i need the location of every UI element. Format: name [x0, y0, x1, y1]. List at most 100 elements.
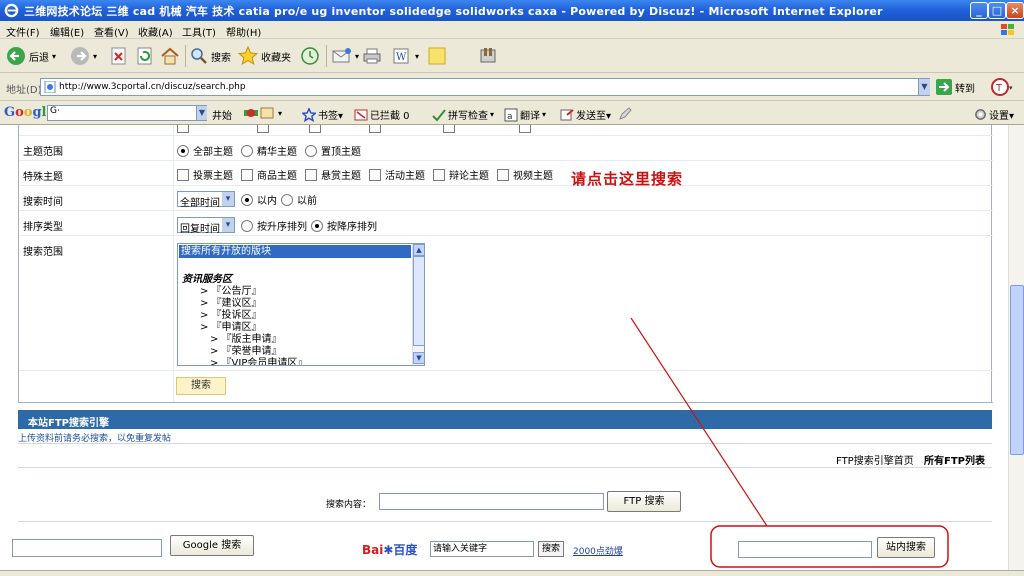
radio-before[interactable]: 以前	[281, 192, 317, 207]
checkbox-debate[interactable]: 辩论主题	[433, 167, 489, 182]
bookmarks-button[interactable]: 书签▾	[302, 107, 343, 122]
menu-file[interactable]: 文件(F)	[6, 24, 40, 39]
checkbox[interactable]	[241, 168, 253, 181]
site-search-input[interactable]	[738, 541, 872, 558]
google-search-button[interactable]: 井始	[212, 107, 232, 122]
radio-sticky-topics[interactable]: 置顶主题	[305, 143, 361, 158]
radio-digest-topics[interactable]: 精华主题	[241, 143, 297, 158]
checkbox-reward[interactable]: 悬赏主题	[305, 167, 361, 182]
translate-label: 翻译	[520, 111, 540, 122]
translate-button[interactable]: a 翻译 ▾	[504, 107, 546, 122]
close-button[interactable]: ×	[1006, 2, 1024, 19]
listbox-scrollbar[interactable]: ▲ ▼	[412, 244, 424, 365]
minimize-button[interactable]: _	[970, 2, 988, 19]
spellcheck-button[interactable]: 拼写检查 ▾	[432, 107, 494, 122]
note-icon	[428, 47, 446, 65]
messenger-button[interactable]	[478, 45, 498, 67]
google-bottom-input[interactable]	[12, 539, 162, 557]
radio-button[interactable]	[241, 193, 253, 206]
send-to-button[interactable]: 发送至▾	[560, 107, 611, 122]
checkbox[interactable]	[443, 125, 455, 133]
checkbox[interactable]	[369, 168, 381, 181]
checkbox[interactable]	[519, 125, 531, 133]
baidu-promo-link[interactable]: 2000点劲爆	[573, 544, 623, 557]
menu-view[interactable]: 查看(V)	[94, 24, 129, 39]
page-scroll-thumb[interactable]	[1010, 285, 1024, 455]
checkbox-video[interactable]: 视频主题	[497, 167, 553, 182]
checkbox-activity[interactable]: 活动主题	[369, 167, 425, 182]
checkbox[interactable]	[257, 125, 269, 133]
address-dropdown[interactable]: ▼	[918, 79, 930, 95]
ftp-search-button[interactable]: FTP 搜索	[607, 491, 681, 512]
radio-all-topics[interactable]: 全部主题	[177, 143, 233, 158]
forum-scope-listbox[interactable]: 搜索所有开放的版块 资讯服务区 > 『公告厅』 > 『建议区』 > 『投诉区』 …	[177, 243, 425, 366]
site-search-button[interactable]: 站内搜索	[877, 537, 935, 558]
mail-button[interactable]: ▾	[332, 45, 359, 67]
page-scrollbar[interactable]	[1008, 125, 1024, 570]
checkbox[interactable]	[305, 168, 317, 181]
checkbox[interactable]	[177, 168, 189, 181]
radio-button[interactable]	[311, 219, 323, 232]
radio-button[interactable]	[241, 219, 253, 232]
baidu-search-input[interactable]: 请输入关键字	[430, 541, 534, 557]
sort-select[interactable]: 回复时间	[177, 217, 235, 235]
search-form: 主题范围 全部主题 精华主题 置顶主题 特殊主题 投票主题 商品主题 悬赏主题 …	[18, 125, 993, 403]
sort-select-value: 回复时间	[180, 224, 220, 235]
option-label: 活动主题	[385, 171, 425, 182]
radio-within[interactable]: 以内	[241, 192, 277, 207]
radio-button[interactable]	[305, 144, 317, 157]
list-item[interactable]: > 『VIP会员申请区』	[210, 354, 307, 365]
search-button[interactable]: 搜索	[190, 45, 231, 67]
radio-button[interactable]	[177, 144, 189, 157]
checkbox-trade[interactable]: 商品主题	[241, 167, 297, 182]
scroll-up-arrow-icon[interactable]: ▲	[413, 244, 424, 256]
discuss-button[interactable]	[428, 45, 446, 67]
checkbox-poll[interactable]: 投票主题	[177, 167, 233, 182]
search-submit-button[interactable]: 搜索	[176, 377, 226, 395]
home-button[interactable]	[160, 45, 180, 67]
print-button[interactable]	[362, 45, 382, 67]
radio-button[interactable]	[241, 144, 253, 157]
menu-favorites[interactable]: 收藏(A)	[138, 24, 173, 39]
checkbox[interactable]	[177, 125, 189, 133]
address-input[interactable]: http://www.3cportal.cn/discuz/search.php	[40, 78, 930, 96]
scroll-down-arrow-icon[interactable]: ▼	[413, 352, 424, 364]
checkbox[interactable]	[497, 168, 509, 181]
history-icon	[301, 47, 319, 65]
listbox-scroll-thumb[interactable]	[413, 256, 424, 346]
ftp-list-link[interactable]: 所有FTP列表	[924, 452, 985, 467]
edit-button[interactable]: W ▾	[392, 45, 419, 67]
menu-tools[interactable]: 工具(T)	[182, 24, 216, 39]
google-pagerank-button[interactable]: ▾	[244, 107, 282, 119]
extension-icon[interactable]: T ▾	[990, 77, 1016, 97]
menu-edit[interactable]: 编辑(E)	[50, 24, 84, 39]
go-button[interactable]: 转到	[936, 79, 975, 95]
ftp-home-link[interactable]: FTP搜索引擎首页	[836, 452, 914, 467]
menu-help[interactable]: 帮助(H)	[226, 24, 261, 39]
google-search-input[interactable]: G·	[47, 105, 207, 121]
forward-button[interactable]: ▾	[70, 45, 97, 67]
google-search-dropdown[interactable]: ▼	[196, 106, 207, 120]
popup-blocker-button[interactable]: 已拦截 0	[354, 107, 410, 122]
google-search-bottom-button[interactable]: Google 搜索	[170, 535, 254, 556]
favorites-button[interactable]: 收藏夹	[238, 45, 291, 67]
list-item-selected[interactable]: 搜索所有开放的版块	[179, 245, 411, 258]
history-button[interactable]	[300, 45, 320, 67]
radio-ascending[interactable]: 按升序排列	[241, 218, 307, 233]
checkbox[interactable]	[309, 125, 321, 133]
maximize-button[interactable]: □	[988, 2, 1006, 19]
option-label: 精华主题	[257, 147, 297, 158]
radio-descending[interactable]: 按降序排列	[311, 218, 377, 233]
checkbox[interactable]	[433, 168, 445, 181]
back-button[interactable]: 后退 ▾	[6, 45, 56, 67]
checkbox[interactable]	[369, 125, 381, 133]
time-select[interactable]: 全部时间	[177, 191, 235, 209]
baidu-search-button[interactable]: 搜索	[538, 541, 564, 557]
ftp-search-input[interactable]	[379, 493, 604, 510]
highlight-button[interactable]	[618, 107, 632, 121]
radio-button[interactable]	[281, 193, 293, 206]
settings-button[interactable]: 设置▾	[974, 107, 1014, 122]
refresh-button[interactable]	[136, 45, 154, 67]
stop-button[interactable]	[110, 45, 128, 67]
svg-text:▾: ▾	[1009, 84, 1013, 92]
